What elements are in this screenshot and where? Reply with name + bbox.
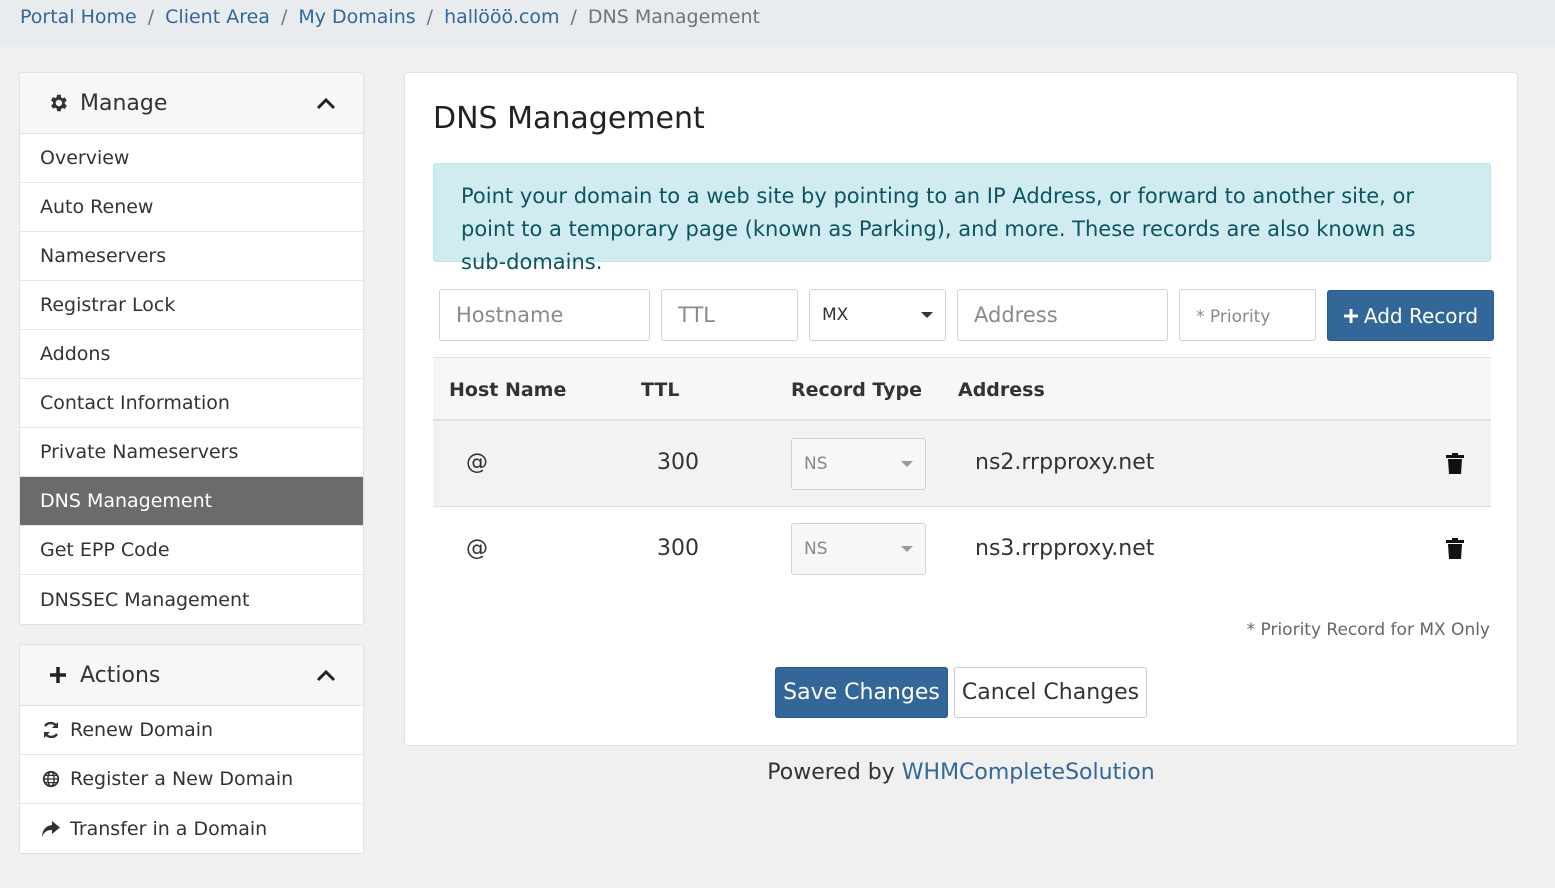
breadcrumb: Portal Home / Client Area / My Domains / hallö… xyxy=(0,0,1555,45)
sidebar-item-addons[interactable]: Addons xyxy=(20,330,363,379)
record-type-select[interactable]: MX xyxy=(809,289,946,341)
info-alert: Point your domain to a web site by point… xyxy=(433,163,1491,274)
sidebar-item-private-nameservers[interactable]: Private Nameservers xyxy=(20,428,363,477)
breadcrumb-separator: / xyxy=(280,6,288,28)
breadcrumb-separator: / xyxy=(426,6,434,28)
row-record-type-value: NS xyxy=(804,539,828,559)
ttl-input[interactable] xyxy=(661,289,798,341)
address-input[interactable] xyxy=(957,289,1168,341)
breadcrumb-current: DNS Management xyxy=(587,6,760,28)
row-ttl: 300 xyxy=(657,536,699,561)
action-renew-domain[interactable]: Renew Domain xyxy=(20,706,363,755)
sidebar-item-label: Registrar Lock xyxy=(40,294,176,316)
priority-input[interactable] xyxy=(1179,289,1316,341)
action-label: Register a New Domain xyxy=(70,768,294,790)
column-header-host-name: Host Name xyxy=(449,379,567,401)
breadcrumb-portal-home[interactable]: Portal Home xyxy=(20,6,137,28)
page-title: DNS Management xyxy=(433,101,705,136)
table-row: @ 300 NS ns3.rrpproxy.net xyxy=(433,507,1491,593)
row-record-type-select: NS xyxy=(791,523,926,575)
dns-management-card: DNS Management Point your domain to a we… xyxy=(404,72,1518,746)
sidebar-item-overview[interactable]: Overview xyxy=(20,134,363,183)
row-host: @ xyxy=(466,450,488,475)
hostname-input[interactable] xyxy=(439,289,650,341)
sidebar-item-get-epp-code[interactable]: Get EPP Code xyxy=(20,526,363,575)
row-record-type-select: NS xyxy=(791,438,926,490)
row-ttl: 300 xyxy=(657,450,699,475)
actions-panel-header[interactable]: Actions xyxy=(20,645,363,706)
caret-down-icon xyxy=(921,312,933,318)
share-icon xyxy=(40,818,62,840)
table-row: @ 300 NS ns2.rrpproxy.net xyxy=(433,421,1491,507)
manage-panel-header[interactable]: Manage xyxy=(20,73,363,134)
add-record-label: Add Record xyxy=(1363,303,1479,328)
row-address: ns2.rrpproxy.net xyxy=(975,450,1155,475)
action-label: Renew Domain xyxy=(70,719,214,741)
sidebar-item-label: Overview xyxy=(40,147,130,169)
column-header-address: Address xyxy=(958,379,1045,401)
actions-panel: Actions Renew Domain Register a New Doma… xyxy=(19,644,364,854)
action-register-new-domain[interactable]: Register a New Domain xyxy=(20,755,363,804)
sidebar-item-label: Auto Renew xyxy=(40,196,154,218)
sidebar-item-label: Addons xyxy=(40,343,111,365)
manage-panel-title: Manage xyxy=(80,90,168,116)
plus-icon xyxy=(46,663,70,687)
records-table-header: Host Name TTL Record Type Address xyxy=(433,357,1491,421)
chevron-up-icon[interactable] xyxy=(315,664,337,686)
sidebar-item-auto-renew[interactable]: Auto Renew xyxy=(20,183,363,232)
caret-down-icon xyxy=(901,461,913,467)
sidebar-item-label: DNSSEC Management xyxy=(40,588,250,611)
save-changes-button[interactable]: Save Changes xyxy=(775,667,948,718)
actions-panel-title: Actions xyxy=(80,662,161,688)
globe-icon xyxy=(40,768,62,790)
sidebar-item-label: Nameservers xyxy=(40,245,167,267)
column-header-record-type: Record Type xyxy=(791,379,922,401)
sidebar-item-dns-management[interactable]: DNS Management xyxy=(20,477,363,526)
breadcrumb-domain[interactable]: hallööö.com xyxy=(444,6,559,28)
trash-icon[interactable] xyxy=(1446,538,1466,560)
breadcrumb-client-area[interactable]: Client Area xyxy=(165,6,270,28)
sidebar-item-label: Contact Information xyxy=(40,392,230,414)
add-record-button[interactable]: Add Record xyxy=(1327,290,1494,341)
gear-icon xyxy=(46,91,70,115)
breadcrumb-my-domains[interactable]: My Domains xyxy=(298,6,415,28)
row-address: ns3.rrpproxy.net xyxy=(975,536,1155,561)
priority-note: * Priority Record for MX Only xyxy=(1246,620,1490,640)
sidebar-item-dnssec-management[interactable]: DNSSEC Management xyxy=(20,575,363,624)
row-host: @ xyxy=(466,536,488,561)
sidebar-item-nameservers[interactable]: Nameservers xyxy=(20,232,363,281)
trash-icon[interactable] xyxy=(1446,453,1466,475)
row-record-type-value: NS xyxy=(804,454,828,474)
breadcrumb-separator: / xyxy=(570,6,577,28)
footer-prefix: Powered by xyxy=(767,760,895,785)
footer: Powered by WHMCompleteSolution xyxy=(404,760,1518,785)
cancel-changes-button[interactable]: Cancel Changes xyxy=(954,667,1147,718)
refresh-icon xyxy=(40,719,62,741)
sidebar-item-label: Get EPP Code xyxy=(40,539,170,561)
action-label: Transfer in a Domain xyxy=(70,817,268,840)
action-transfer-domain[interactable]: Transfer in a Domain xyxy=(20,804,363,853)
manage-panel: Manage Overview Auto Renew Nameservers R… xyxy=(19,72,364,625)
sidebar-item-registrar-lock[interactable]: Registrar Lock xyxy=(20,281,363,330)
column-header-ttl: TTL xyxy=(641,379,680,401)
sidebar-item-contact-information[interactable]: Contact Information xyxy=(20,379,363,428)
chevron-up-icon[interactable] xyxy=(315,92,337,114)
sidebar-item-label: DNS Management xyxy=(40,490,213,512)
plus-icon xyxy=(1343,308,1359,324)
sidebar-item-label: Private Nameservers xyxy=(40,441,239,463)
breadcrumb-separator: / xyxy=(147,6,155,28)
footer-link[interactable]: WHMCompleteSolution xyxy=(902,760,1155,785)
caret-down-icon xyxy=(901,546,913,552)
record-type-value: MX xyxy=(822,305,849,325)
